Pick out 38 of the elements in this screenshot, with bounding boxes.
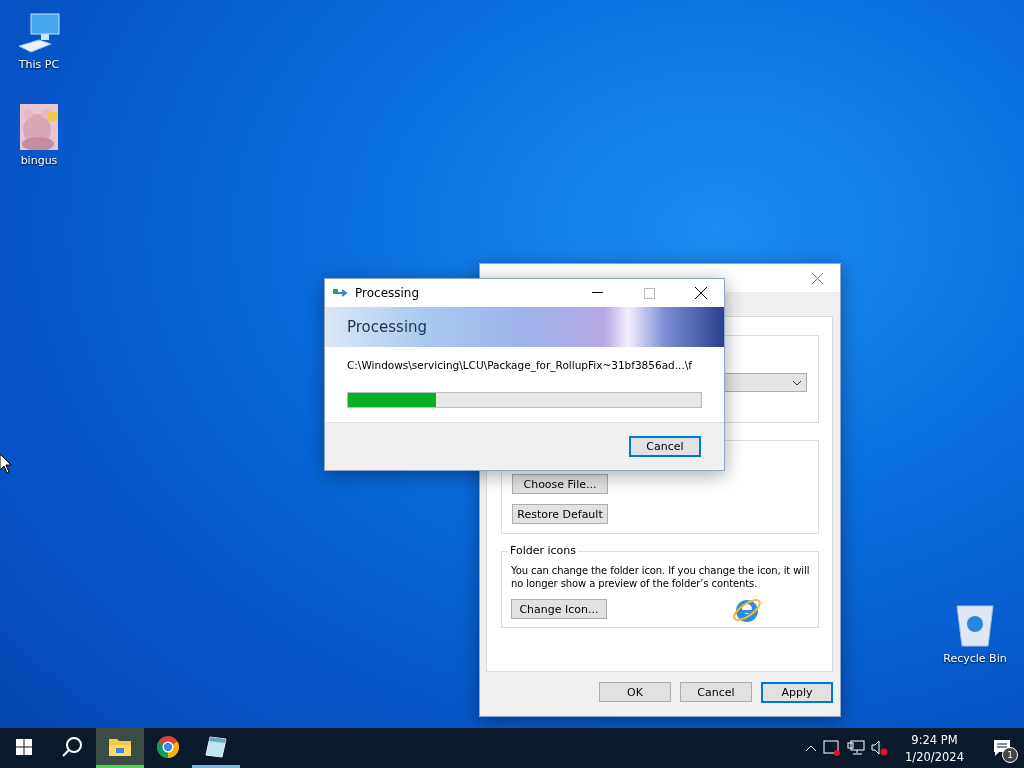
dialog-button[interactable]: Cancel: [680, 682, 752, 702]
chevron-down-icon: [792, 379, 802, 386]
date-text: 1/20/2024: [905, 749, 964, 764]
windows-logo-icon[interactable]: [16, 738, 32, 755]
close-icon[interactable]: [695, 287, 707, 299]
file-path: C:\Windows\servicing\LCU\Package_for_RollupFix~31bf3856ad...\f: [347, 359, 693, 371]
icon-label: bingus: [20, 154, 58, 167]
security-icon[interactable]: [823, 739, 842, 757]
maximize-icon: [643, 287, 655, 299]
computer-icon[interactable]: [17, 10, 61, 54]
taskbar-app[interactable]: [96, 728, 144, 768]
cancel-button[interactable]: Cancel: [629, 436, 701, 457]
time-text: 9:24 PM: [911, 732, 958, 747]
folder-icon: [108, 736, 132, 757]
dialog-button[interactable]: OK: [599, 682, 671, 702]
minimize-icon[interactable]: [591, 292, 603, 294]
speaker-muted-icon[interactable]: [871, 740, 890, 756]
dialog-button[interactable]: Apply: [761, 682, 833, 703]
chrome-icon: [156, 734, 180, 759]
dialog-button[interactable]: Choose File...: [512, 474, 608, 494]
clock[interactable]: 9:24 PM 1/20/2024: [895, 732, 974, 764]
mouse-cursor-icon: [0, 454, 12, 474]
notification-button[interactable]: 1: [980, 728, 1024, 768]
window-title: Processing: [355, 286, 421, 300]
dialog-button[interactable]: Restore Default: [512, 504, 608, 524]
notification-count: 1: [1002, 747, 1018, 763]
recycle-bin-icon[interactable]: [955, 602, 995, 648]
icon-label: Recycle Bin: [943, 652, 1007, 665]
change-icon-button[interactable]: Change Icon...: [511, 599, 607, 619]
description-text: You can change the folder icon. If you change the icon, it will no longer show a preview of the folder’s contents.: [511, 564, 810, 590]
search-icon[interactable]: [61, 735, 83, 758]
group-title: Folder icons: [508, 544, 579, 557]
icon-label: This PC: [18, 58, 60, 71]
notepad-icon: [204, 734, 228, 759]
network-icon[interactable]: [847, 740, 866, 756]
chevron-up-icon[interactable]: [805, 744, 818, 752]
dialog-heading: Processing: [347, 318, 428, 336]
arrow-icon: [333, 287, 349, 299]
